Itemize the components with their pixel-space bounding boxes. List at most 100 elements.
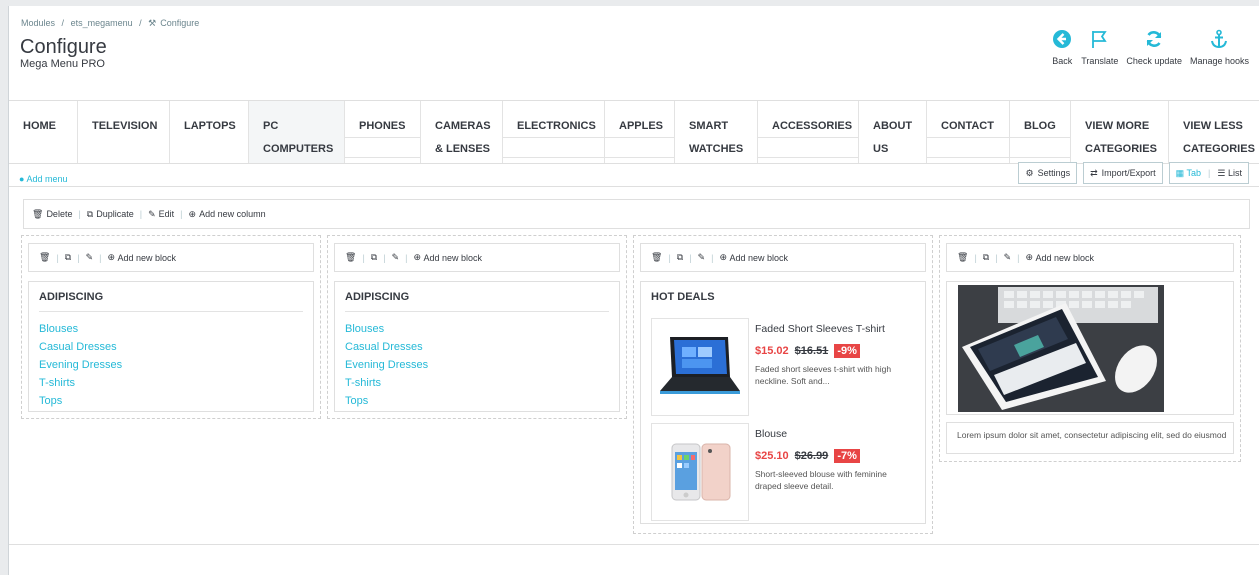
trash-icon[interactable]: 🗑 bbox=[957, 252, 968, 263]
import-export-label: Import/Export bbox=[1101, 168, 1156, 178]
view-tab-button[interactable]: ▦ Tab bbox=[1176, 168, 1201, 179]
category-link[interactable]: Evening Dresses bbox=[345, 356, 428, 374]
menu-item-cameras[interactable]: CAMERAS & LENSES bbox=[421, 101, 503, 163]
add-block-button[interactable]: ⊕ Add new block bbox=[719, 252, 788, 263]
breadcrumb-configure: Configure bbox=[160, 18, 200, 28]
block-text: Lorem ipsum dolor sit amet, consectetur … bbox=[957, 430, 1227, 440]
menu-item-phones[interactable]: PHONES bbox=[345, 101, 421, 163]
category-link[interactable]: T-shirts bbox=[345, 374, 428, 392]
menu-item-pc-computers[interactable]: PC COMPUTERS bbox=[249, 101, 345, 163]
trash-icon[interactable]: 🗑 bbox=[39, 252, 50, 263]
divider: | bbox=[99, 252, 102, 263]
delete-button[interactable]: 🗑 Delete bbox=[32, 209, 72, 220]
menu-item-label: SMART bbox=[689, 120, 729, 132]
menu-item-accessories[interactable]: ACCESSORIES bbox=[758, 101, 859, 163]
menu-item-laptops[interactable]: LAPTOPS bbox=[170, 101, 249, 163]
add-block-button[interactable]: ⊕ Add new block bbox=[413, 252, 482, 263]
menu-item-label-2: US bbox=[873, 143, 889, 155]
menu-item-smart-watches[interactable]: SMART WATCHES bbox=[675, 101, 758, 163]
product-image-phone[interactable] bbox=[651, 423, 749, 521]
check-update-button[interactable]: Check update bbox=[1126, 28, 1182, 66]
hot-deals-block[interactable]: HOT DEALS Faded Short Sleeves T-shirt $1… bbox=[640, 281, 926, 524]
image-block[interactable] bbox=[946, 281, 1234, 415]
back-label: Back bbox=[1052, 56, 1073, 66]
menu-item-label: PC bbox=[263, 120, 279, 132]
copy-icon[interactable]: ⧉ bbox=[983, 252, 989, 263]
product-name[interactable]: Faded Short Sleeves T-shirt bbox=[755, 323, 885, 335]
divider: | bbox=[995, 252, 998, 263]
pencil-icon[interactable]: ✎ bbox=[86, 252, 94, 263]
menu-item-home[interactable]: HOME bbox=[9, 101, 78, 163]
duplicate-button[interactable]: ⧉ Duplicate bbox=[87, 209, 134, 220]
pencil-icon: ✎ bbox=[148, 208, 156, 219]
menu-item-contact[interactable]: CONTACT bbox=[927, 101, 1010, 163]
divider: | bbox=[711, 252, 714, 263]
menu-item-view-less[interactable]: VIEW LESS CATEGORIES bbox=[1169, 101, 1259, 163]
category-link[interactable]: Evening Dresses bbox=[39, 356, 122, 374]
menu-item-label: VIEW MORE bbox=[1085, 120, 1150, 132]
menu-item-label: BLOG bbox=[1024, 120, 1056, 132]
divider: | bbox=[139, 209, 143, 219]
pencil-icon[interactable]: ✎ bbox=[392, 252, 400, 263]
category-link[interactable]: Tops bbox=[39, 392, 122, 410]
settings-button[interactable]: ⚙ Settings bbox=[1018, 162, 1078, 184]
edit-button[interactable]: ✎ Edit bbox=[148, 209, 174, 220]
flag-icon bbox=[1089, 28, 1111, 50]
divider: | bbox=[56, 252, 59, 263]
category-link[interactable]: Casual Dresses bbox=[345, 338, 428, 356]
product-image-laptop[interactable] bbox=[651, 318, 749, 416]
trash-icon[interactable]: 🗑 bbox=[345, 252, 356, 263]
menu-item-view-more[interactable]: VIEW MORE CATEGORIES bbox=[1071, 101, 1169, 163]
trash-icon: 🗑 bbox=[32, 208, 44, 219]
block-title: HOT DEALS bbox=[651, 291, 715, 303]
menu-item-label-2: CATEGORIES bbox=[1183, 143, 1255, 155]
plus-circle-icon: ● bbox=[19, 174, 25, 184]
import-export-button[interactable]: ⇄ Import/Export bbox=[1083, 162, 1163, 184]
category-link[interactable]: Tops bbox=[345, 392, 428, 410]
pencil-icon[interactable]: ✎ bbox=[698, 252, 706, 263]
menu-item-about-us[interactable]: ABOUT US bbox=[859, 101, 927, 163]
view-list-button[interactable]: ☰ List bbox=[1217, 168, 1242, 179]
product-card[interactable]: Faded Short Sleeves T-shirt $15.02 $16.5… bbox=[651, 318, 911, 416]
menu-block[interactable]: ADIPISCING Blouses Casual Dresses Evenin… bbox=[28, 281, 314, 412]
block-toolbar: 🗑 | ⧉ | ✎ | ⊕ Add new block bbox=[640, 243, 926, 272]
menu-item-label: VIEW LESS bbox=[1183, 120, 1243, 132]
divider: | bbox=[668, 252, 671, 263]
translate-button[interactable]: Translate bbox=[1081, 28, 1118, 66]
menu-item-label: ABOUT bbox=[873, 120, 913, 132]
divider: | bbox=[689, 252, 692, 263]
menu-item-sub-row bbox=[605, 137, 674, 158]
add-block-button[interactable]: ⊕ Add new block bbox=[107, 252, 176, 263]
category-links: Blouses Casual Dresses Evening Dresses T… bbox=[345, 320, 428, 410]
menu-item-label: CONTACT bbox=[941, 120, 994, 132]
back-button[interactable]: Back bbox=[1051, 28, 1073, 66]
plus-circle-icon: ⊕ bbox=[719, 252, 727, 262]
add-column-button[interactable]: ⊕ Add new column bbox=[189, 209, 266, 220]
view-toggle: ▦ Tab | ☰ List bbox=[1168, 162, 1249, 184]
old-price: $26.99 bbox=[794, 450, 829, 462]
copy-icon[interactable]: ⧉ bbox=[371, 252, 377, 263]
manage-hooks-button[interactable]: Manage hooks bbox=[1190, 28, 1249, 66]
add-block-button[interactable]: ⊕ Add new block bbox=[1025, 252, 1094, 263]
page-subtitle: Mega Menu PRO bbox=[20, 58, 105, 70]
category-link[interactable]: T-shirts bbox=[39, 374, 122, 392]
copy-icon[interactable]: ⧉ bbox=[677, 252, 683, 263]
menu-item-television[interactable]: TELEVISION bbox=[78, 101, 170, 163]
category-link[interactable]: Blouses bbox=[345, 320, 428, 338]
pencil-icon[interactable]: ✎ bbox=[1004, 252, 1012, 263]
menu-item-apples[interactable]: APPLES bbox=[605, 101, 675, 163]
breadcrumb-separator: / bbox=[139, 18, 142, 28]
product-name[interactable]: Blouse bbox=[755, 428, 787, 440]
menu-item-blog[interactable]: BLOG bbox=[1010, 101, 1071, 163]
menu-block[interactable]: ADIPISCING Blouses Casual Dresses Evenin… bbox=[334, 281, 620, 412]
copy-icon[interactable]: ⧉ bbox=[65, 252, 71, 263]
trash-icon[interactable]: 🗑 bbox=[651, 252, 662, 263]
product-card[interactable]: Blouse $25.10 $26.99 -7% Short-sleeved b… bbox=[651, 423, 911, 521]
text-block[interactable]: Lorem ipsum dolor sit amet, consectetur … bbox=[946, 422, 1234, 454]
category-link[interactable]: Casual Dresses bbox=[39, 338, 122, 356]
category-link[interactable]: Blouses bbox=[39, 320, 122, 338]
breadcrumb-modules[interactable]: Modules bbox=[21, 18, 55, 28]
add-menu-link[interactable]: ● Add menu bbox=[19, 174, 67, 184]
breadcrumb-module[interactable]: ets_megamenu bbox=[71, 18, 133, 28]
menu-item-electronics[interactable]: ELECTRONICS bbox=[503, 101, 605, 163]
